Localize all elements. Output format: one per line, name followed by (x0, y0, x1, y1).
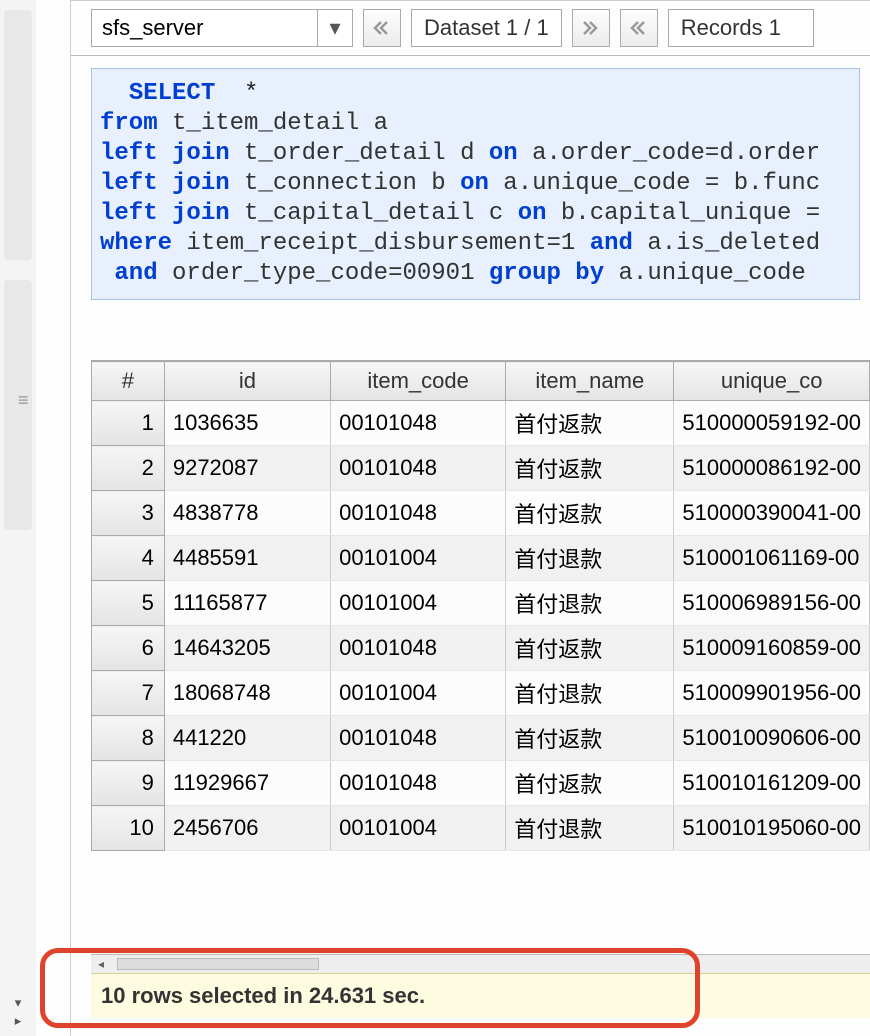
cell[interactable]: 510000059192-00 (674, 401, 870, 446)
cell[interactable]: 00101048 (331, 491, 506, 536)
row-number: 4 (92, 536, 165, 581)
table-row[interactable]: 844122000101048首付返款510010090606-00 (92, 716, 870, 761)
row-number: 1 (92, 401, 165, 446)
gutter-handle-icon[interactable]: ≡ (18, 390, 29, 411)
row-number: 5 (92, 581, 165, 626)
results-table[interactable]: #iditem_codeitem_nameunique_co 110366350… (91, 361, 870, 851)
connection-name: sfs_server (92, 15, 317, 41)
left-gutter-2 (36, 0, 71, 1036)
sql-editor[interactable]: SELECT * from t_item_detail a left join … (91, 68, 860, 300)
cell[interactable]: 首付返款 (506, 446, 674, 491)
status-text: 10 rows selected in 24.631 sec. (101, 983, 425, 1009)
cell[interactable]: 00101004 (331, 581, 506, 626)
table-row[interactable]: 4448559100101004首付退款510001061169-00 (92, 536, 870, 581)
cell[interactable]: 00101048 (331, 761, 506, 806)
scroll-left-icon[interactable]: ◂ (91, 956, 111, 972)
row-number: 8 (92, 716, 165, 761)
cell[interactable]: 18068748 (164, 671, 330, 716)
cell[interactable]: 4838778 (164, 491, 330, 536)
column-header[interactable]: item_code (331, 362, 506, 401)
cell[interactable]: 首付退款 (506, 671, 674, 716)
table-row[interactable]: 10245670600101004首付退款510010195060-00 (92, 806, 870, 851)
column-header[interactable]: id (164, 362, 330, 401)
horizontal-scrollbar[interactable]: ◂ (91, 954, 870, 974)
cell[interactable]: 00101004 (331, 671, 506, 716)
status-bar: 10 rows selected in 24.631 sec. (91, 973, 870, 1018)
cell[interactable]: 首付返款 (506, 626, 674, 671)
cell[interactable]: 14643205 (164, 626, 330, 671)
cell[interactable]: 2456706 (164, 806, 330, 851)
cell[interactable]: 510010161209-00 (674, 761, 870, 806)
row-number: 6 (92, 626, 165, 671)
cell[interactable]: 首付退款 (506, 806, 674, 851)
row-number: 3 (92, 491, 165, 536)
row-number: 9 (92, 761, 165, 806)
cell[interactable]: 510001061169-00 (674, 536, 870, 581)
column-header[interactable]: # (92, 362, 165, 401)
cell[interactable]: 510000390041-00 (674, 491, 870, 536)
table-row[interactable]: 3483877800101048首付返款510000390041-00 (92, 491, 870, 536)
cell[interactable]: 9272087 (164, 446, 330, 491)
table-row[interactable]: 61464320500101048首付返款510009160859-00 (92, 626, 870, 671)
cell[interactable]: 00101048 (331, 716, 506, 761)
cell[interactable]: 441220 (164, 716, 330, 761)
table-row[interactable]: 91192966700101048首付返款510010161209-00 (92, 761, 870, 806)
row-number: 7 (92, 671, 165, 716)
dataset-indicator: Dataset 1 / 1 (411, 9, 562, 47)
cell[interactable]: 510010090606-00 (674, 716, 870, 761)
column-header[interactable]: item_name (506, 362, 674, 401)
results-table-wrap: #iditem_codeitem_nameunique_co 110366350… (91, 360, 870, 851)
table-row[interactable]: 71806874800101004首付退款510009901956-00 (92, 671, 870, 716)
cell[interactable]: 00101048 (331, 446, 506, 491)
records-first-button[interactable] (620, 9, 658, 47)
cell[interactable]: 首付退款 (506, 536, 674, 581)
cell[interactable]: 510010195060-00 (674, 806, 870, 851)
cell[interactable]: 510009901956-00 (674, 671, 870, 716)
row-number: 10 (92, 806, 165, 851)
left-gutter: ≡ (0, 0, 37, 1036)
cell[interactable]: 11929667 (164, 761, 330, 806)
cell[interactable]: 1036635 (164, 401, 330, 446)
cell[interactable]: 首付退款 (506, 581, 674, 626)
cell[interactable]: 11165877 (164, 581, 330, 626)
table-row[interactable]: 1103663500101048首付返款510000059192-00 (92, 401, 870, 446)
scroll-track[interactable] (117, 958, 319, 970)
collapse-arrows[interactable]: ▾ ▸ (0, 994, 36, 1030)
cell[interactable]: 首付返款 (506, 491, 674, 536)
cell[interactable]: 510006989156-00 (674, 581, 870, 626)
cell[interactable]: 首付返款 (506, 761, 674, 806)
cell[interactable]: 00101004 (331, 536, 506, 581)
cell[interactable]: 首付返款 (506, 716, 674, 761)
dataset-last-button[interactable] (572, 9, 610, 47)
toolbar: sfs_server ▾ Dataset 1 / 1 Records 1 (71, 0, 870, 56)
dataset-first-button[interactable] (363, 9, 401, 47)
cell[interactable]: 00101048 (331, 626, 506, 671)
cell[interactable]: 4485591 (164, 536, 330, 581)
records-indicator: Records 1 (668, 9, 814, 47)
chevron-down-icon: ▾ (317, 10, 352, 46)
table-row[interactable]: 51116587700101004首付退款510006989156-00 (92, 581, 870, 626)
row-number: 2 (92, 446, 165, 491)
cell[interactable]: 首付返款 (506, 401, 674, 446)
cell[interactable]: 00101048 (331, 401, 506, 446)
cell[interactable]: 00101004 (331, 806, 506, 851)
cell[interactable]: 510000086192-00 (674, 446, 870, 491)
table-row[interactable]: 2927208700101048首付返款510000086192-00 (92, 446, 870, 491)
connection-dropdown[interactable]: sfs_server ▾ (91, 9, 353, 47)
column-header[interactable]: unique_co (674, 362, 870, 401)
cell[interactable]: 510009160859-00 (674, 626, 870, 671)
